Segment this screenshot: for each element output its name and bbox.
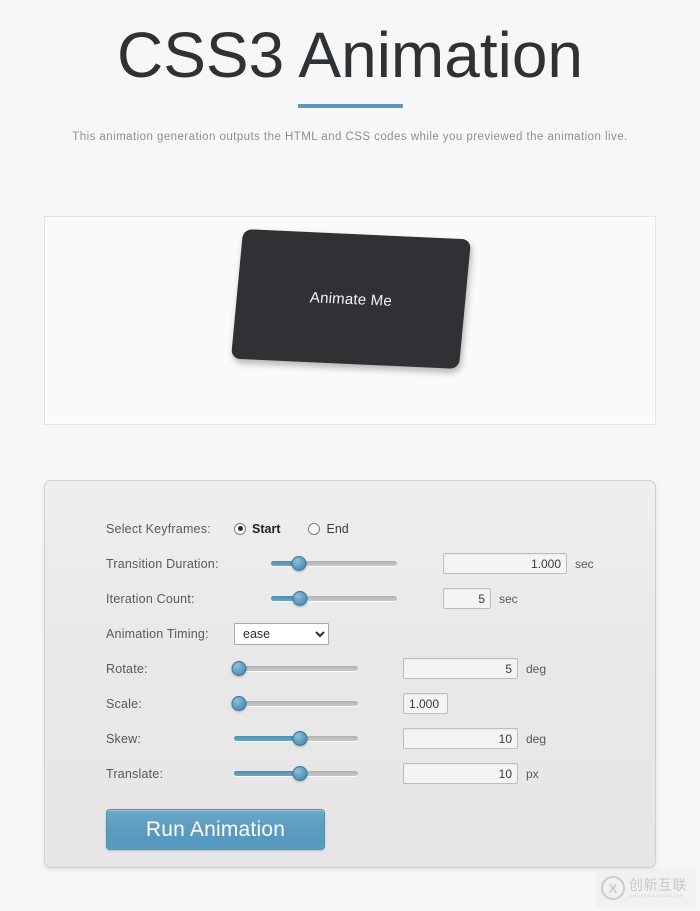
unit-skew: deg <box>526 731 547 746</box>
slider-thumb-translate[interactable] <box>292 766 308 781</box>
unit-transition-duration: sec <box>575 556 594 571</box>
slider-fill <box>234 771 300 776</box>
row-animation-timing: Animation Timing: ease <box>106 616 655 651</box>
input-skew[interactable] <box>403 728 518 749</box>
row-rotate: Rotate: deg <box>106 651 655 686</box>
label-translate: Translate: <box>106 766 164 781</box>
page-title: CSS3 Animation <box>116 19 584 91</box>
animated-box[interactable]: Animate Me <box>230 229 472 369</box>
unit-rotate: deg <box>526 661 547 676</box>
slider-skew[interactable] <box>234 730 358 748</box>
row-select-keyframes: Select Keyframes: Start End <box>106 511 655 546</box>
input-rotate[interactable] <box>403 658 518 679</box>
label-transition-duration: Transition Duration: <box>106 556 219 571</box>
slider-iteration-count[interactable] <box>271 590 397 608</box>
controls-panel: Select Keyframes: Start End Transition D… <box>44 480 656 868</box>
slider-scale[interactable] <box>231 695 358 713</box>
slider-thumb-scale[interactable] <box>231 696 247 711</box>
label-select-keyframes: Select Keyframes: <box>106 521 211 536</box>
run-animation-button[interactable]: Run Animation <box>106 809 325 850</box>
slider-thumb-rotate[interactable] <box>231 661 247 676</box>
radio-keyframe-end[interactable]: End <box>308 521 349 536</box>
radio-start-icon <box>234 522 246 535</box>
slider-translate[interactable] <box>234 765 358 783</box>
page-subtitle: This animation generation outputs the HT… <box>72 131 628 143</box>
unit-translate: px <box>526 766 539 781</box>
slider-fill <box>234 736 300 741</box>
row-scale: Scale: <box>106 686 655 721</box>
row-translate: Translate: px <box>106 756 655 791</box>
watermark-en-label: CHUANGXIN HULIAN <box>629 892 684 898</box>
radio-start-label: Start <box>252 521 281 536</box>
watermark-cn-label: 创新互联 <box>629 876 687 893</box>
input-translate[interactable] <box>403 763 518 784</box>
row-iteration-count: Iteration Count: sec <box>106 581 655 616</box>
title-underline-rule <box>297 104 403 108</box>
watermark: X 创新互联 CHUANGXIN HULIAN <box>596 869 696 907</box>
input-transition-duration[interactable] <box>443 553 567 574</box>
slider-track <box>234 666 358 671</box>
row-skew: Skew: deg <box>106 721 655 756</box>
radio-end-icon <box>308 522 321 535</box>
radio-end-label: End <box>326 521 349 536</box>
slider-thumb-iteration-count[interactable] <box>292 591 308 606</box>
slider-track <box>234 701 358 706</box>
animation-preview-panel: Animate Me <box>44 216 656 425</box>
keyframes-radio-group: Start End <box>234 522 377 536</box>
unit-iteration-count: sec <box>499 591 518 606</box>
input-iteration-count[interactable] <box>443 588 491 609</box>
select-animation-timing[interactable]: ease <box>234 622 329 645</box>
slider-transition-duration[interactable] <box>271 555 397 573</box>
row-transition-duration: Transition Duration: sec <box>106 546 655 581</box>
label-iteration-count: Iteration Count: <box>106 591 195 606</box>
radio-keyframe-start[interactable]: Start <box>234 522 280 536</box>
label-skew: Skew: <box>106 731 142 746</box>
slider-rotate[interactable] <box>231 660 358 678</box>
label-scale: Scale: <box>106 696 142 711</box>
watermark-logo-icon: X <box>601 876 625 900</box>
watermark-text: 创新互联 CHUANGXIN HULIAN <box>629 878 687 899</box>
label-animation-timing: Animation Timing: <box>106 626 209 641</box>
input-scale[interactable] <box>403 693 448 714</box>
page-header: CSS3 Animation This animation generation… <box>0 0 700 146</box>
label-rotate: Rotate: <box>106 661 148 676</box>
slider-thumb-transition-duration[interactable] <box>291 556 307 571</box>
slider-thumb-skew[interactable] <box>292 731 308 746</box>
animated-box-label: Animate Me <box>309 288 393 310</box>
